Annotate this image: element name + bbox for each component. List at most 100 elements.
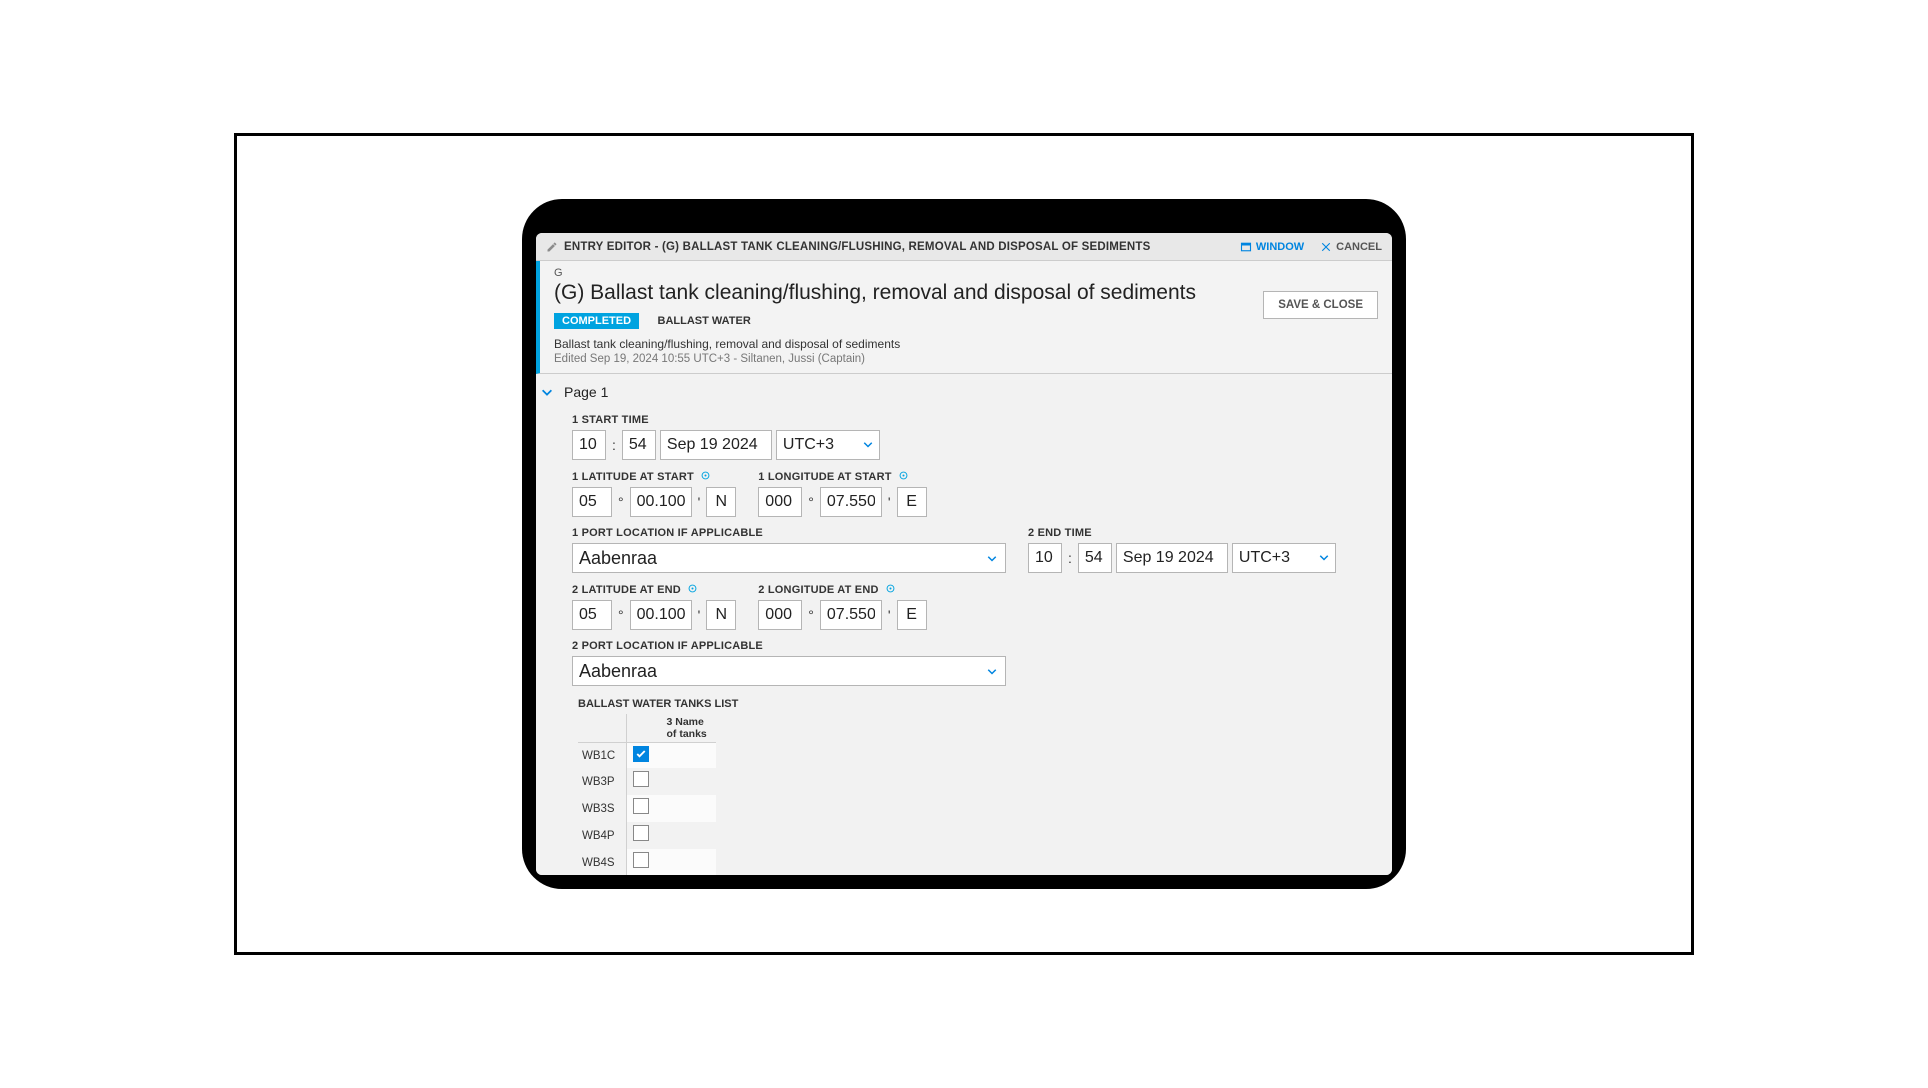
label-lon-end: 2 LONGITUDE AT END bbox=[758, 583, 926, 596]
label-tanks-list: BALLAST WATER TANKS LIST bbox=[578, 698, 1378, 710]
deg-symbol: ° bbox=[616, 487, 626, 517]
start-date-input[interactable] bbox=[660, 430, 772, 460]
end-minute-input[interactable] bbox=[1078, 543, 1112, 573]
lat-end-hemi[interactable] bbox=[706, 600, 736, 630]
section-title: Page 1 bbox=[564, 384, 608, 400]
entry-header: G (G) Ballast tank cleaning/flushing, re… bbox=[536, 261, 1392, 374]
table-row: WB4P bbox=[578, 822, 716, 849]
category-badge: BALLAST WATER bbox=[650, 313, 759, 329]
tank-checkbox[interactable] bbox=[633, 771, 649, 787]
tank-checkbox-cell bbox=[626, 822, 716, 849]
start-tz-select[interactable] bbox=[776, 430, 880, 460]
tank-checkbox-cell bbox=[626, 743, 716, 769]
page-title: (G) Ballast tank cleaning/flushing, remo… bbox=[554, 281, 1378, 305]
lat-end-deg[interactable] bbox=[572, 600, 612, 630]
pencil-icon bbox=[546, 241, 558, 253]
form-body: 1 START TIME : 1 LATITUDE AT START bbox=[536, 414, 1378, 875]
chevron-down-icon bbox=[540, 385, 554, 399]
tag-row: COMPLETED BALLAST WATER bbox=[554, 311, 1378, 329]
time-colon: : bbox=[610, 430, 618, 460]
label-port1: 1 PORT LOCATION IF APPLICABLE bbox=[572, 527, 1006, 539]
lon-start-min[interactable] bbox=[820, 487, 882, 517]
lon-start-group: ° ' bbox=[758, 487, 926, 517]
window-title: ENTRY EDITOR - (G) BALLAST TANK CLEANING… bbox=[564, 241, 1224, 253]
lon-end-min[interactable] bbox=[820, 600, 882, 630]
lat-start-deg[interactable] bbox=[572, 487, 612, 517]
lat-start-min[interactable] bbox=[630, 487, 692, 517]
tank-checkbox[interactable] bbox=[633, 746, 649, 762]
time-colon: : bbox=[1066, 543, 1074, 573]
gps-icon bbox=[687, 583, 698, 594]
label-port2: 2 PORT LOCATION IF APPLICABLE bbox=[572, 640, 1378, 652]
section-header[interactable]: Page 1 bbox=[536, 380, 1378, 404]
table-row: WB3S bbox=[578, 795, 716, 822]
label-lon-start: 1 LONGITUDE AT START bbox=[758, 470, 926, 483]
port1-input[interactable] bbox=[572, 543, 1006, 573]
edited-meta: Edited Sep 19, 2024 10:55 UTC+3 - Siltan… bbox=[554, 353, 1378, 365]
lon-end-group: ° ' bbox=[758, 600, 926, 630]
end-tz-select[interactable] bbox=[1232, 543, 1336, 573]
tank-checkbox[interactable] bbox=[633, 852, 649, 868]
window-titlebar: ENTRY EDITOR - (G) BALLAST TANK CLEANING… bbox=[536, 233, 1392, 261]
table-row: WB3P bbox=[578, 768, 716, 795]
close-icon bbox=[1320, 241, 1332, 253]
save-close-button[interactable]: SAVE & CLOSE bbox=[1263, 291, 1378, 319]
breadcrumb: G bbox=[554, 267, 1378, 279]
cancel-button-label: CANCEL bbox=[1336, 241, 1382, 253]
end-time-group: : bbox=[1028, 543, 1336, 573]
entry-subtitle: Ballast tank cleaning/flushing, removal … bbox=[554, 337, 1378, 351]
tank-checkbox-cell bbox=[626, 768, 716, 795]
lon-start-hemi[interactable] bbox=[897, 487, 927, 517]
min-symbol: ' bbox=[886, 600, 893, 630]
tank-checkbox-cell bbox=[626, 795, 716, 822]
min-symbol: ' bbox=[696, 487, 703, 517]
label-lat-end: 2 LATITUDE AT END bbox=[572, 583, 736, 596]
form-scroll-area[interactable]: Page 1 1 START TIME : 1 LATITUDE AT STAR… bbox=[536, 374, 1392, 875]
tank-name: WB4S bbox=[578, 849, 626, 875]
tank-name: WB3P bbox=[578, 768, 626, 795]
label-start-time: 1 START TIME bbox=[572, 414, 1378, 426]
label-lat-start: 1 LATITUDE AT START bbox=[572, 470, 736, 483]
app-screen: ENTRY EDITOR - (G) BALLAST TANK CLEANING… bbox=[536, 233, 1392, 875]
window-button[interactable]: WINDOW bbox=[1240, 241, 1304, 253]
end-hour-input[interactable] bbox=[1028, 543, 1062, 573]
tank-checkbox-cell bbox=[626, 849, 716, 875]
gps-icon bbox=[898, 470, 909, 481]
window-button-label: WINDOW bbox=[1256, 241, 1304, 253]
table-row: WB1C bbox=[578, 743, 716, 769]
lat-end-min[interactable] bbox=[630, 600, 692, 630]
start-minute-input[interactable] bbox=[622, 430, 656, 460]
deg-symbol: ° bbox=[616, 600, 626, 630]
min-symbol: ' bbox=[886, 487, 893, 517]
port1-select[interactable] bbox=[572, 543, 1006, 573]
label-end-time: 2 END TIME bbox=[1028, 527, 1336, 539]
tanks-table: 3 Name of tanks WB1CWB3PWB3SWB4PWB4SWB5P bbox=[578, 714, 716, 875]
end-tz-input[interactable] bbox=[1232, 543, 1336, 573]
tanks-col-header: 3 Name of tanks bbox=[626, 714, 716, 743]
status-badge-completed: COMPLETED bbox=[554, 313, 639, 329]
start-hour-input[interactable] bbox=[572, 430, 606, 460]
deg-symbol: ° bbox=[806, 487, 816, 517]
tablet-device: ENTRY EDITOR - (G) BALLAST TANK CLEANING… bbox=[522, 199, 1406, 889]
lat-end-group: ° ' bbox=[572, 600, 736, 630]
tank-checkbox[interactable] bbox=[633, 798, 649, 814]
table-row: WB4S bbox=[578, 849, 716, 875]
deg-symbol: ° bbox=[806, 600, 816, 630]
end-date-input[interactable] bbox=[1116, 543, 1228, 573]
lon-end-deg[interactable] bbox=[758, 600, 802, 630]
gps-icon bbox=[700, 470, 711, 481]
tank-checkbox[interactable] bbox=[633, 825, 649, 841]
port2-select[interactable] bbox=[572, 656, 1006, 686]
port2-input[interactable] bbox=[572, 656, 1006, 686]
lat-start-hemi[interactable] bbox=[706, 487, 736, 517]
start-tz-input[interactable] bbox=[776, 430, 880, 460]
tank-name: WB1C bbox=[578, 743, 626, 769]
min-symbol: ' bbox=[696, 600, 703, 630]
lon-start-deg[interactable] bbox=[758, 487, 802, 517]
start-time-group: : bbox=[572, 430, 1378, 460]
lat-start-group: ° ' bbox=[572, 487, 736, 517]
cancel-button[interactable]: CANCEL bbox=[1320, 241, 1382, 253]
tank-name: WB3S bbox=[578, 795, 626, 822]
lon-end-hemi[interactable] bbox=[897, 600, 927, 630]
window-icon bbox=[1240, 241, 1252, 253]
